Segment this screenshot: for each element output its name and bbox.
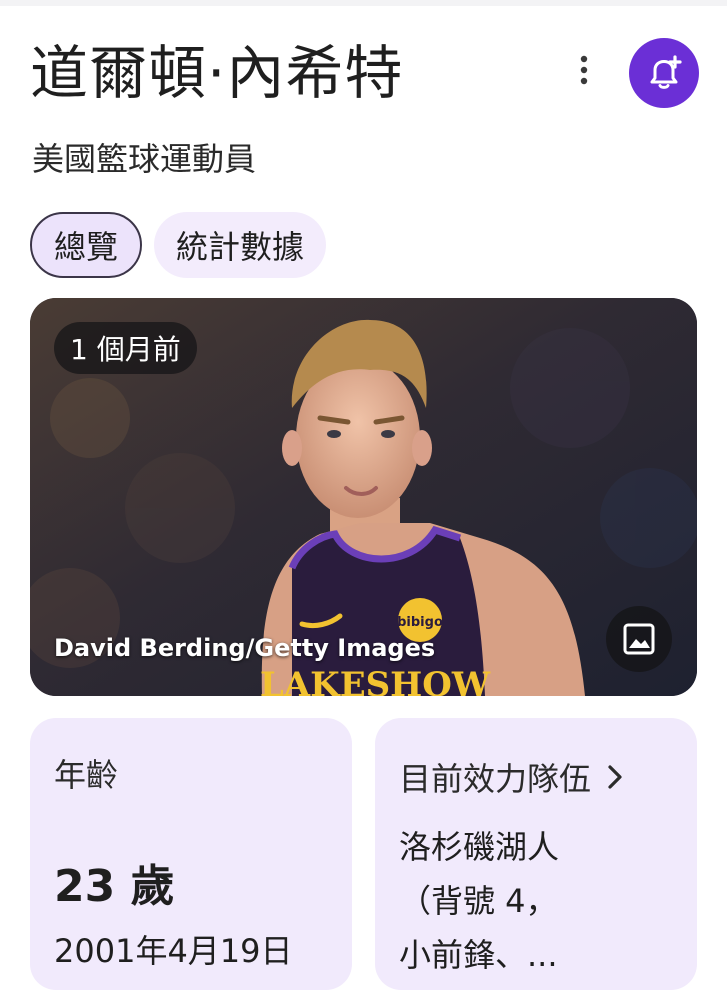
chevron-right-icon <box>608 765 622 789</box>
team-value: 洛杉磯湖人 （背號 4， 小前鋒、... <box>399 828 560 974</box>
more-options-button[interactable] <box>566 50 602 90</box>
hero-image-card[interactable]: bibigo LAKESHOW 1 個月前 David Berding/Gett… <box>30 298 697 696</box>
page-title: 道爾頓·內希特 <box>30 39 404 107</box>
birth-date: 2001年4月19日 <box>54 932 293 970</box>
time-ago-chip: 1 個月前 <box>54 322 197 374</box>
follow-notification-button[interactable] <box>629 38 699 108</box>
tab-bar: 總覽 統計數據 <box>30 212 327 278</box>
tab-overview[interactable]: 總覽 <box>30 212 143 278</box>
age-label: 年齡 <box>54 756 119 794</box>
page-subtitle: 美國籃球運動員 <box>32 140 257 178</box>
view-images-button[interactable] <box>606 606 672 672</box>
age-value: 23 歲 <box>54 861 175 912</box>
team-label: 目前效力隊伍 <box>399 760 592 798</box>
team-card-header: 目前效力隊伍 <box>399 754 623 800</box>
current-team-card[interactable]: 目前效力隊伍 洛杉磯湖人 （背號 4， 小前鋒、... <box>375 718 697 990</box>
tab-stats[interactable]: 統計數據 <box>154 212 327 278</box>
jersey-text: LAKESHOW <box>260 665 491 696</box>
more-vertical-icon <box>580 55 588 85</box>
status-divider <box>0 0 727 6</box>
image-icon <box>623 623 655 655</box>
age-card: 年齡 23 歲 2001年4月19日 <box>30 718 352 990</box>
photo-credit: David Berding/Getty Images <box>54 634 436 662</box>
jersey-badge-text: bibigo <box>397 615 443 630</box>
bell-plus-icon <box>650 55 682 89</box>
